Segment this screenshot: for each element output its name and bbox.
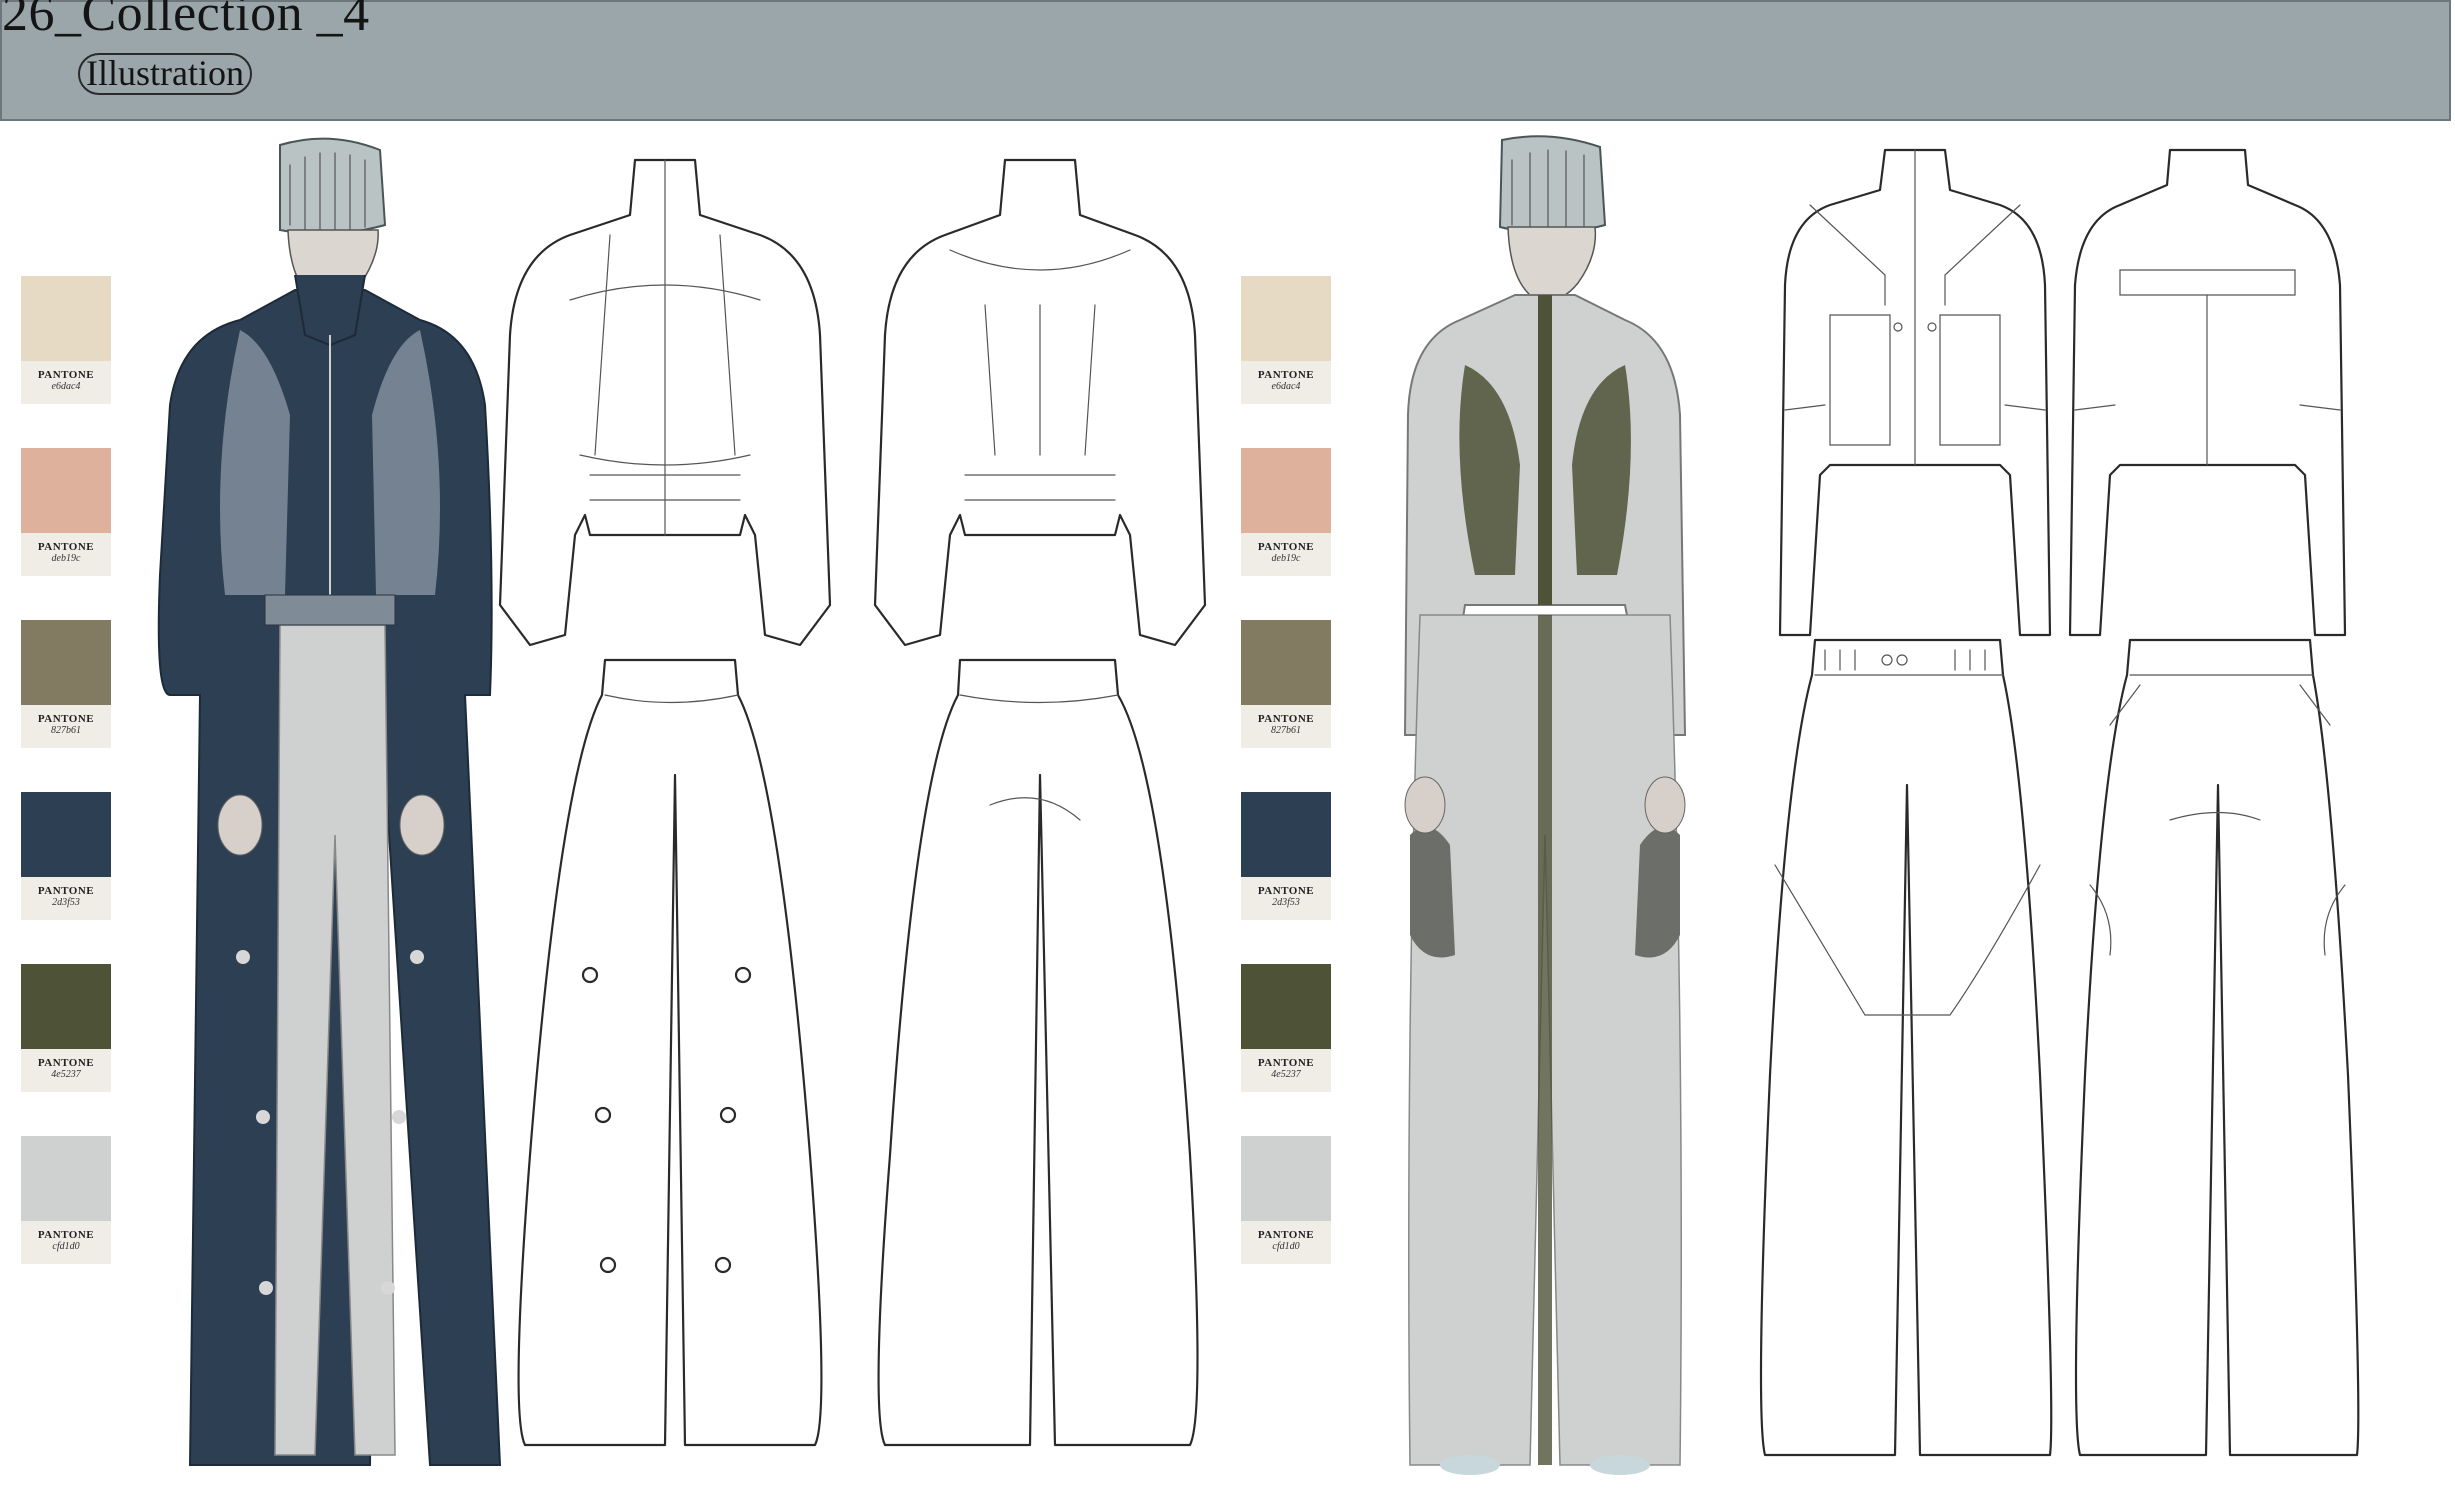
beanie: [279, 137, 387, 235]
swatch-code: 4e5237: [51, 1069, 81, 1080]
swatch-code: 827b61: [1271, 725, 1301, 736]
look2-model-illustration: [1403, 135, 1687, 1475]
look2-jacket-front-flat: [1778, 148, 2052, 637]
pantone-swatch: PANTONE 2d3f53: [21, 792, 111, 920]
swatch-chip: [21, 276, 111, 361]
look2-trousers-front-flat: [1759, 638, 2053, 1457]
look1-jacket-back-flat: [873, 158, 1207, 647]
swatch-chip: [21, 1136, 111, 1221]
swatch-chip: [1241, 1136, 1331, 1221]
face: [1507, 226, 1597, 303]
swatch-code: deb19c: [1271, 553, 1301, 564]
swatch-chip: [1241, 792, 1331, 877]
color-palette-left: PANTONE e6dac4 PANTONE deb19c PANTONE 827b6…: [21, 276, 111, 1308]
swatch-chip: [1241, 620, 1331, 705]
swatch-code: cfd1d0: [52, 1241, 80, 1252]
look2-trousers-back-flat: [2074, 638, 2360, 1457]
look1-jacket-front-flat: [498, 158, 832, 647]
pantone-swatch: PANTONE 827b61: [21, 620, 111, 748]
color-palette-right: PANTONE e6dac4 PANTONE deb19c PANTONE 827b6…: [1241, 276, 1331, 1308]
look1-trousers-front-flat: [517, 658, 823, 1447]
look2-jacket-back-flat: [2068, 148, 2347, 637]
swatch-chip: [21, 620, 111, 705]
pantone-swatch: PANTONE cfd1d0: [1241, 1136, 1331, 1264]
header-banner: 26_Collection _4 Illustration: [0, 0, 2451, 121]
swatch-code: 4e5237: [1271, 1069, 1301, 1080]
swatch-code: 2d3f53: [1272, 897, 1300, 908]
swatch-code: 827b61: [51, 725, 81, 736]
look1-model-illustration: [157, 137, 502, 1466]
swatch-code: e6dac4: [51, 381, 81, 392]
pantone-swatch: PANTONE deb19c: [1241, 448, 1331, 576]
swatch-code: 2d3f53: [52, 897, 80, 908]
pantone-swatch: PANTONE e6dac4: [1241, 276, 1331, 404]
swatch-chip: [21, 964, 111, 1049]
swatch-chip: [21, 792, 111, 877]
page-title: 26_Collection _4: [2, 0, 370, 42]
pantone-swatch: PANTONE 2d3f53: [1241, 792, 1331, 920]
beanie: [1498, 135, 1607, 235]
pantone-swatch: PANTONE e6dac4: [21, 276, 111, 404]
swatch-chip: [1241, 448, 1331, 533]
page-subtitle: Illustration: [78, 53, 252, 95]
swatch-chip: [1241, 276, 1331, 361]
pantone-swatch: PANTONE 4e5237: [1241, 964, 1331, 1092]
swatch-chip: [21, 448, 111, 533]
swatch-chip: [1241, 964, 1331, 1049]
pantone-swatch: PANTONE 4e5237: [21, 964, 111, 1092]
swatch-code: deb19c: [51, 553, 81, 564]
swatch-code: e6dac4: [1271, 381, 1301, 392]
pantone-swatch: PANTONE cfd1d0: [21, 1136, 111, 1264]
look1-trousers-back-flat: [877, 658, 1199, 1447]
pantone-swatch: PANTONE 827b61: [1241, 620, 1331, 748]
swatch-code: cfd1d0: [1272, 1241, 1300, 1252]
pantone-swatch: PANTONE deb19c: [21, 448, 111, 576]
